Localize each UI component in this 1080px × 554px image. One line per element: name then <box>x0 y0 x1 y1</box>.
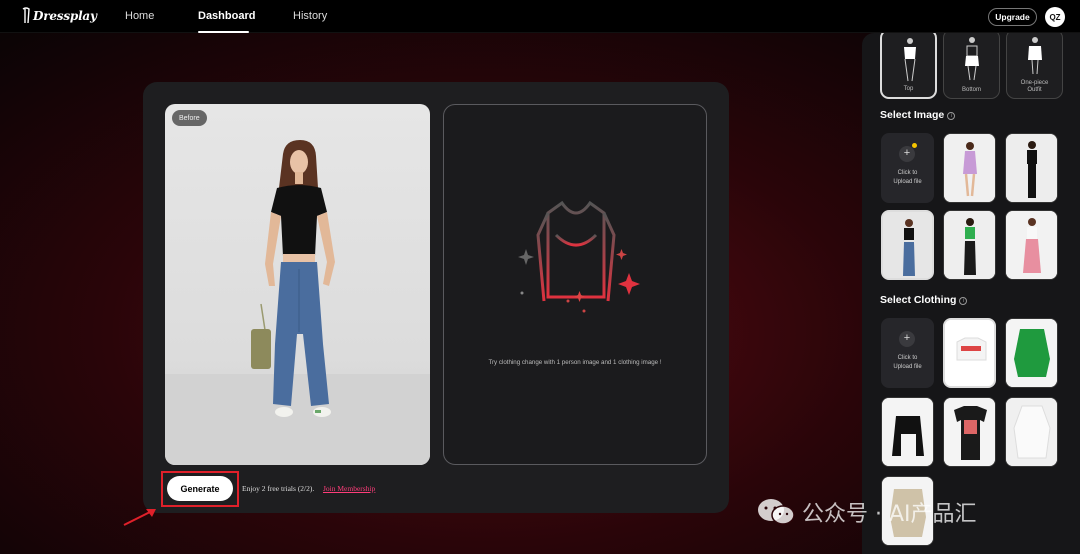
model-green-photo <box>944 211 995 279</box>
nav-home[interactable]: Home <box>125 10 154 22</box>
green-sweater-photo <box>1006 319 1057 387</box>
model-black-photo <box>1006 134 1057 202</box>
black-top-photo <box>882 398 933 466</box>
wechat-watermark: 公众号 · AI产品汇 <box>756 496 977 528</box>
clothing-thumbnail[interactable] <box>1005 318 1058 388</box>
upload-clothing-text: Click to Upload file <box>893 355 922 370</box>
active-tab-indicator <box>198 31 249 33</box>
upload-image-text: Click to Upload file <box>893 170 922 185</box>
category-one-piece-label: One-piece Outfit <box>1020 80 1049 93</box>
logo-text: Dressplay <box>33 9 97 23</box>
red-arrow-icon <box>123 509 156 526</box>
white-tee-photo <box>945 320 994 386</box>
nav-history[interactable]: History <box>293 10 327 22</box>
right-sidebar: Top Bottom One-piece Outfit Select Image… <box>862 33 1080 554</box>
clothing-thumbnail[interactable] <box>881 397 934 467</box>
select-clothing-title: Select Clothing i <box>880 294 968 306</box>
join-membership-link[interactable]: Join Membership <box>323 484 375 493</box>
wechat-icon <box>758 499 795 525</box>
plus-icon: + <box>899 331 915 347</box>
category-top-label: Top <box>903 86 914 92</box>
logo-icon <box>22 7 30 24</box>
plus-icon: + <box>899 146 915 162</box>
model-thumbnail[interactable] <box>1005 210 1058 280</box>
watermark-text: 公众号 · AI产品汇 <box>802 502 977 527</box>
info-icon[interactable]: i <box>959 297 968 305</box>
person-photo <box>165 140 430 465</box>
top-figure-icon <box>904 38 916 82</box>
upgrade-button[interactable]: Upgrade <box>988 8 1037 26</box>
category-top[interactable]: Top <box>880 33 937 99</box>
white-hoodie-photo <box>1006 398 1057 466</box>
category-bottom[interactable]: Bottom <box>943 33 1000 99</box>
model-floral-photo <box>1006 211 1057 279</box>
result-preview-card: Try clothing change with 1 person image … <box>443 104 707 465</box>
info-icon[interactable]: i <box>947 112 956 120</box>
graphic-tee-photo <box>944 398 995 466</box>
try-on-panel: Before Try clothing change with 1 person… <box>143 82 729 513</box>
nav-dashboard[interactable]: Dashboard <box>198 10 255 22</box>
select-image-title: Select Image i <box>880 109 956 121</box>
upload-clothing-button[interactable]: + Click to Upload file <box>881 318 934 388</box>
model-thumbnail[interactable] <box>1005 133 1058 203</box>
user-avatar[interactable]: QZ <box>1045 7 1065 27</box>
free-trials-text: Enjoy 2 free trials (2/2). <box>242 484 315 493</box>
model-jeans-photo <box>883 212 932 278</box>
clothing-thumbnail[interactable] <box>1005 397 1058 467</box>
upload-image-button[interactable]: + Click to Upload file <box>881 133 934 203</box>
before-badge: Before <box>172 110 207 126</box>
bottom-figure-icon <box>965 37 979 81</box>
model-thumbnail-selected[interactable] <box>881 210 934 280</box>
clothing-placeholder-icon <box>518 200 640 313</box>
clothing-thumbnail-selected[interactable] <box>943 318 996 388</box>
app-logo[interactable]: Dressplay <box>22 6 97 26</box>
result-hint: Try clothing change with 1 person image … <box>488 359 662 366</box>
before-image-card: Before <box>165 104 430 465</box>
top-navbar: Dressplay Home Dashboard History Upgrade… <box>0 0 1080 33</box>
category-one-piece[interactable]: One-piece Outfit <box>1006 33 1063 99</box>
select-clothing-label: Select Clothing <box>880 294 957 306</box>
select-image-label: Select Image <box>880 109 945 121</box>
one-piece-figure-icon <box>1028 37 1042 75</box>
category-bottom-label: Bottom <box>961 87 981 93</box>
model-thumbnail[interactable] <box>943 133 996 203</box>
model-thumbnail[interactable] <box>943 210 996 280</box>
clothing-thumbnail[interactable] <box>943 397 996 467</box>
model-purple-photo <box>944 134 995 202</box>
upload-dot-icon <box>912 143 917 148</box>
generate-button[interactable]: Generate <box>167 476 233 501</box>
